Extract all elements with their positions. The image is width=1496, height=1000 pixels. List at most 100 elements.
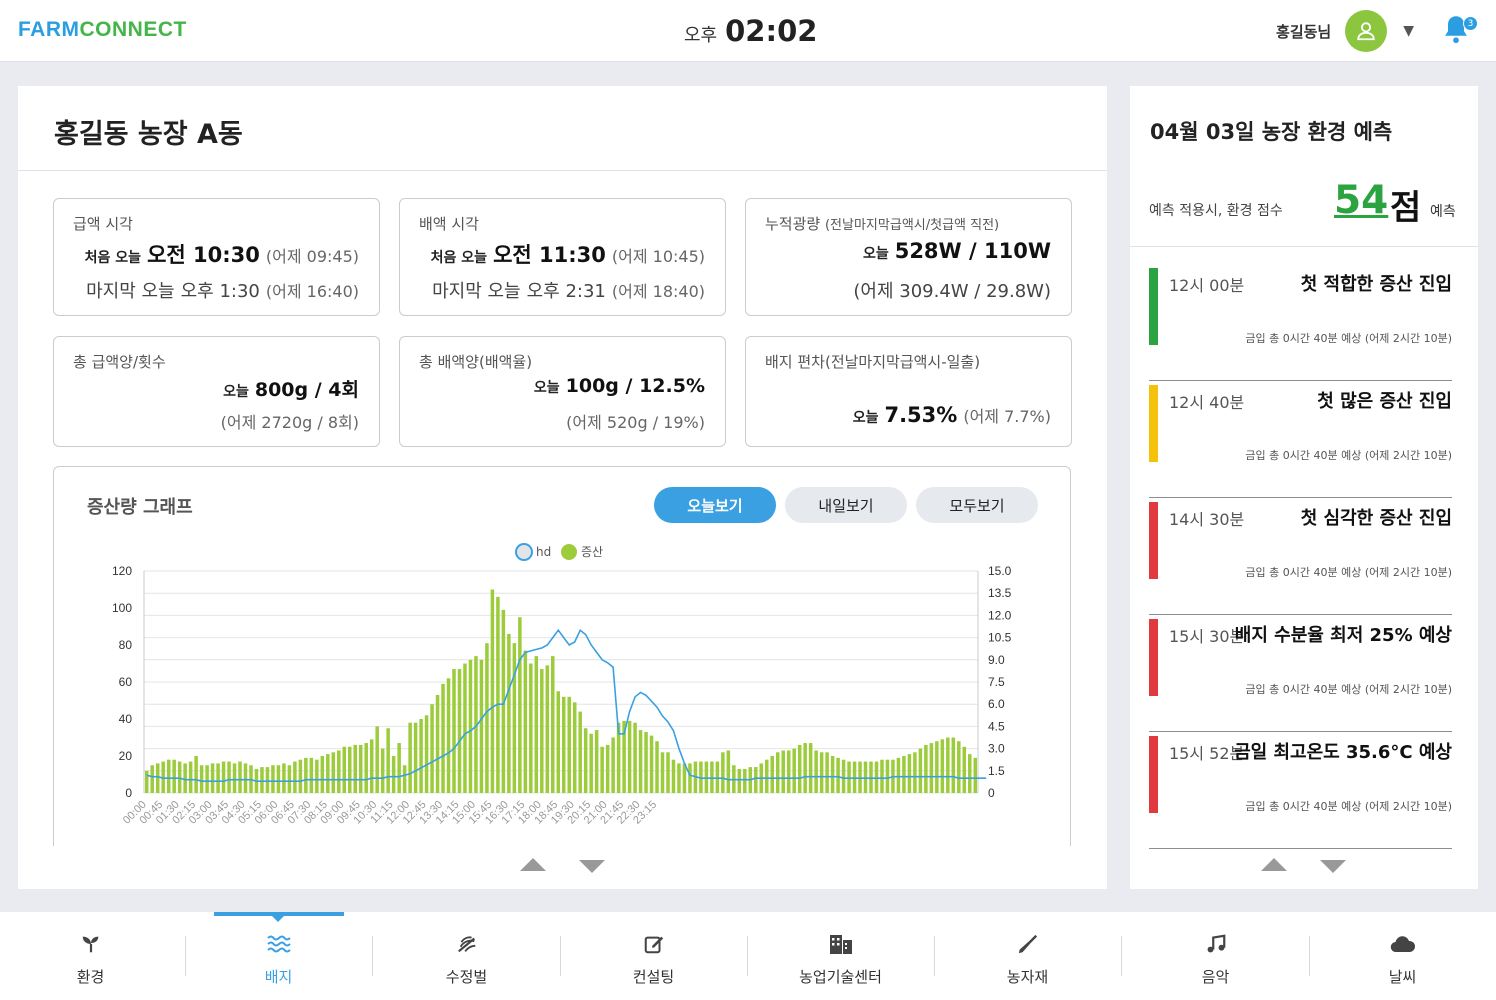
notification-badge: 3 [1463,16,1478,31]
bar-transpiration [485,643,489,793]
nav-item-weather[interactable]: 날씨 [1309,912,1496,1000]
today-view-button[interactable]: 오늘보기 [654,487,776,523]
today-value: 7.53% [884,403,958,427]
bar-transpiration [293,761,297,793]
scroll-down-arrow-icon[interactable] [1320,860,1346,873]
y-tick-label-right: 12.0 [988,608,1012,622]
nav-item-environment[interactable]: 환경 [0,912,184,1000]
bar-transpiration [348,746,352,793]
nav-item-bee[interactable]: 수정벌 [373,912,560,1000]
bar-transpiration [194,756,198,793]
forecast-item[interactable]: 12시 40분 첫 많은 증산 진입 금입 총 0시간 40분 예상 (어제 2시간… [1149,381,1452,498]
bar-transpiration [490,589,495,793]
bar-transpiration [435,694,440,793]
bar-transpiration [611,737,615,793]
transpiration-chart-panel: 증산량 그래프 오늘보기 내일보기 모두보기 0 20 40 60 80 100 120 0 1… [53,466,1071,846]
drain-last-row: 마지막 오늘 오후 2:31 (어제 18:40) [432,277,705,303]
bar-transpiration [638,730,643,793]
bar-transpiration [830,756,835,793]
bar-transpiration [353,744,357,793]
bar-transpiration [166,759,171,793]
bar-transpiration [479,659,484,793]
bar-transpiration [924,744,928,793]
sprout-icon [80,932,102,956]
bar-transpiration [594,730,599,793]
tomorrow-view-button[interactable]: 내일보기 [785,487,907,523]
bar-transpiration [441,683,445,793]
bar-transpiration [880,759,884,793]
bar-transpiration [507,633,511,793]
current-time: 오후 02:02 [684,14,817,48]
bar-transpiration [561,696,566,793]
status-bar [1149,736,1158,813]
user-icon [1357,22,1375,41]
yesterday-value: (어제 309.4W / 29.8W) [853,281,1051,302]
farm-main-panel: 홍길동 농장 A동 급액 시각 처음 오늘 오전 10:30 (어제 09:45… [18,86,1107,889]
scroll-up-arrow-icon[interactable] [520,858,546,871]
bar-transpiration [496,596,500,793]
drain-time-card: 배액 시각 처음 오늘 오전 11:30 (어제 10:45) 마지막 오늘 오… [399,198,726,316]
bar-transpiration [424,715,429,793]
nav-item-music[interactable]: 음악 [1122,912,1309,1000]
today-value: 800g / 4회 [254,379,359,401]
supply-time-card: 급액 시각 처음 오늘 오전 10:30 (어제 09:45) 마지막 오늘 오… [53,198,380,316]
avatar[interactable] [1345,10,1388,52]
scroll-down-arrow-icon[interactable] [579,860,605,873]
bar-transpiration [243,763,248,793]
bar-transpiration [962,746,967,793]
bar-transpiration [902,756,906,793]
divider [1130,246,1478,247]
nav-item-medium[interactable]: 배지 [185,912,372,1000]
forecast-text: 배지 수분율 최저 25% 예상 [1234,625,1452,646]
supply-first-row: 처음 오늘 오전 10:30 (어제 09:45) [85,239,359,269]
bar-transpiration [710,761,714,793]
drain-first-row: 처음 오늘 오전 11:30 (어제 10:45) [431,239,705,269]
nav-item-materials[interactable]: 농자재 [934,912,1121,1000]
bar-transpiration [298,759,303,793]
bar-transpiration [666,752,670,793]
nav-label: 날씨 [1388,968,1417,986]
last-note: (어제 18:40) [611,282,705,301]
time-ampm: 오후 [684,25,718,46]
total-supply-yesterday-row: (어제 2720g / 8회) [221,409,359,433]
bar-transpiration [331,752,336,793]
forecast-panel: 04월 03일 농장 환경 예측 예측 적용시, 환경 점수 54 점 예측 1… [1130,86,1478,889]
all-view-button[interactable]: 모두보기 [916,487,1038,523]
bar-transpiration [600,746,604,793]
card-label: 배액 시각 [419,215,479,233]
bar-transpiration [276,765,281,793]
bar-transpiration [754,767,758,793]
bar-transpiration [825,752,829,793]
forecast-item[interactable]: 14시 30분 첫 심각한 증산 진입 금입 총 0시간 40분 예상 (어제 2시… [1149,498,1452,615]
forecast-sub: 금입 총 0시간 40분 예상 (어제 2시간 10분) [1245,449,1452,462]
forecast-sub: 금입 총 0시간 40분 예상 (어제 2시간 10분) [1245,683,1452,696]
forecast-time: 15시 30분 [1169,627,1245,646]
legend-label-hd: hd [536,545,551,559]
farmconnect-logo[interactable]: FARMCONNECT [18,18,187,42]
bar-transpiration [391,756,396,793]
total-drain-yesterday-row: (어제 520g / 19%) [566,409,705,433]
logo-text-connect: CONNECT [79,18,187,41]
bar-transpiration [775,752,780,793]
nav-item-consulting[interactable]: 컨설팅 [560,912,747,1000]
nav-item-tech-center[interactable]: 농업기술센터 [747,912,934,1000]
y-tick-label-right: 10.5 [988,631,1012,645]
user-name[interactable]: 홍길동님 [1276,21,1331,42]
bar-transpiration [358,744,363,793]
bar-transpiration [369,739,374,793]
today-prefix: 오늘 [852,410,879,426]
forecast-item[interactable]: 15시 30분 배지 수분율 최저 25% 예상금입 총 0시간 40분 예상 (… [1149,615,1452,732]
cumulative-light-card: 누적광량 (전날마지막급액시/첫급액 직전) 오늘 528W / 110W (어… [745,198,1072,316]
building-icon [828,932,854,956]
forecast-item[interactable]: 15시 52분 금일 최고온도 35.6°C 예상 금입 총 0시간 40분 예상 … [1149,732,1452,849]
notifications[interactable]: 3 [1442,14,1478,48]
status-bar [1149,502,1158,579]
nav-label: 컨설팅 [632,968,675,986]
bar-transpiration [655,741,659,793]
bar-transpiration [583,728,588,793]
scroll-up-arrow-icon[interactable] [1261,858,1287,871]
forecast-time: 15시 52분 [1169,744,1245,763]
forecast-item[interactable]: 12시 00분 첫 적합한 증산 진입 금입 총 0시간 40분 예상 (어제 2시… [1149,264,1452,381]
bar-transpiration [468,659,473,793]
chevron-down-icon[interactable]: ▼ [1403,23,1414,39]
